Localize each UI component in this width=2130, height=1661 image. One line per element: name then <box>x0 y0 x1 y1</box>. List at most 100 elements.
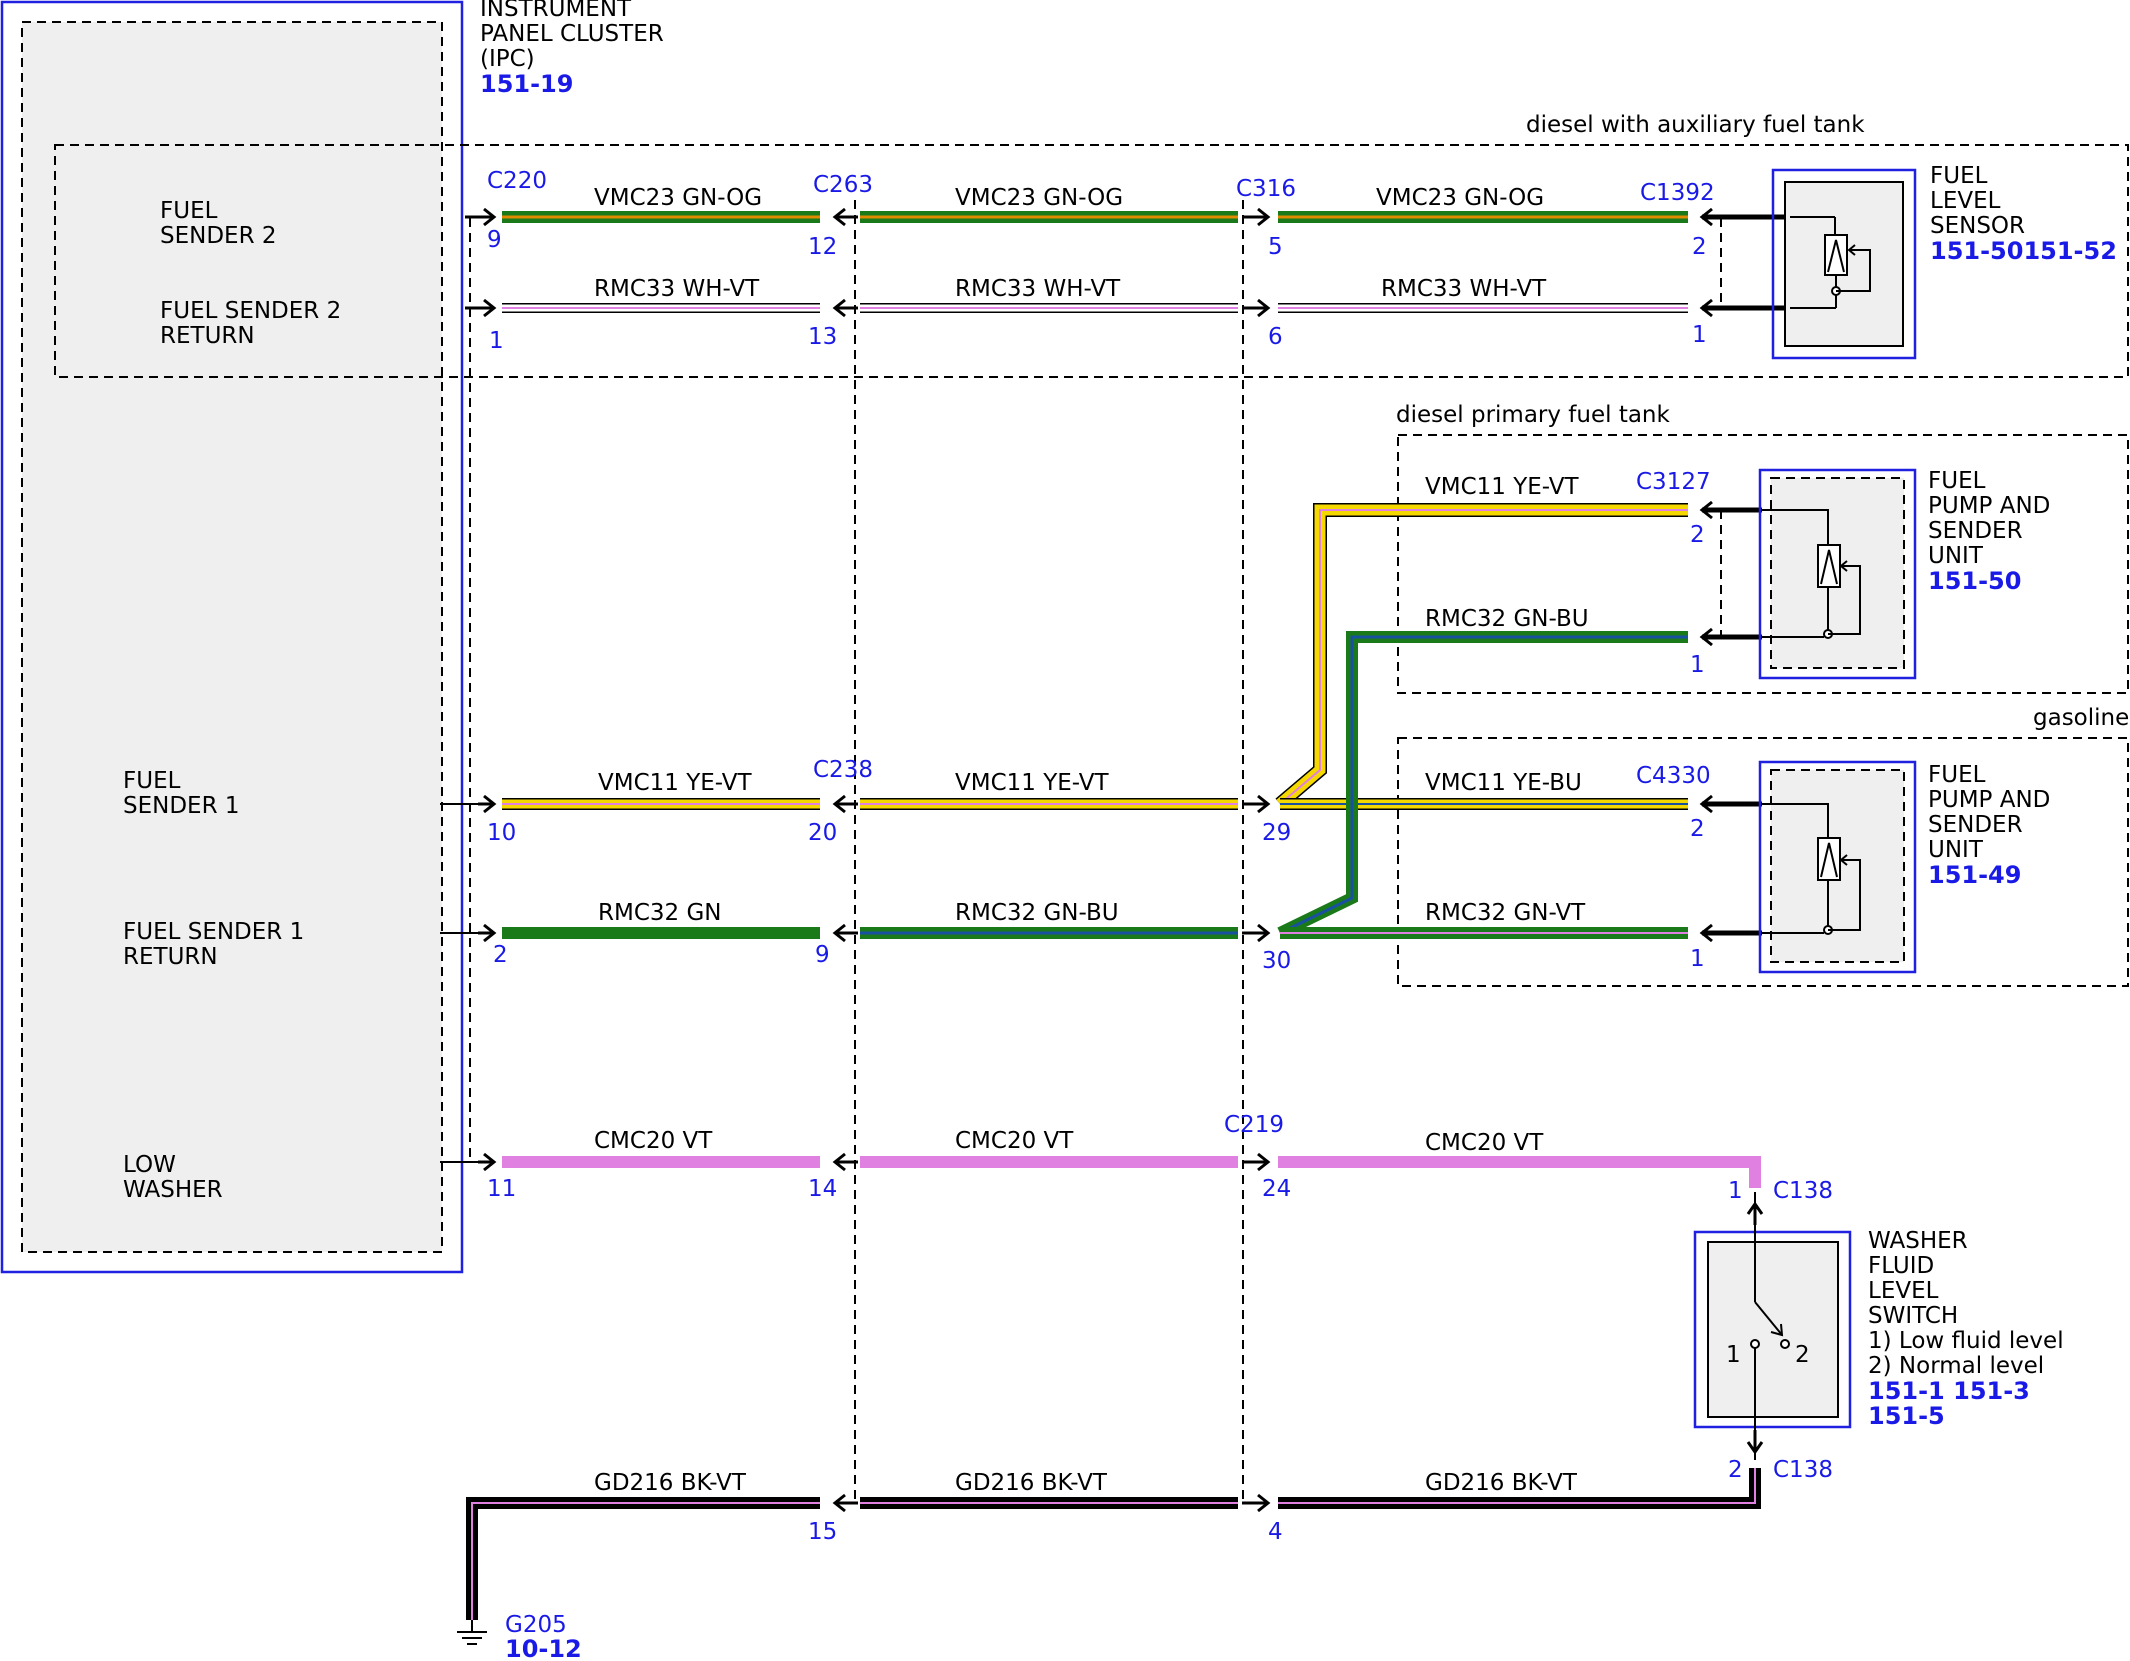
pin-label-fuel-sender2-return-l1: FUEL SENDER 2 <box>160 298 341 324</box>
pin-num: 11 <box>487 1176 516 1202</box>
primary-tank-label: diesel primary fuel tank <box>1396 402 1671 428</box>
pin-label-fuel-sender1-l2: SENDER 1 <box>123 793 240 819</box>
pin-label-fuel-sender2-l1: FUEL <box>160 198 218 224</box>
wire-label: VMC23 GN-OG <box>594 185 762 211</box>
pin-label-fuel-sender2-return-l2: RETURN <box>160 323 255 349</box>
pin-num: 2 <box>1728 1457 1743 1483</box>
wire-label: RMC32 GN-VT <box>1425 900 1586 926</box>
pin-num: 1 <box>489 328 504 354</box>
wire-label: RMC32 GN-BU <box>955 900 1119 926</box>
ipc-title-line3: (IPC) <box>480 46 535 72</box>
wire-cmc20-segment-3[interactable] <box>1278 1156 1761 1188</box>
fls-label-l3: SENSOR <box>1930 213 2025 239</box>
fp2-label-l4: UNIT <box>1928 837 1984 863</box>
ws-ref-2[interactable]: 151-5 <box>1868 1402 1945 1430</box>
pin-num: 12 <box>808 234 837 260</box>
ws-label-l1: WASHER <box>1868 1228 1968 1254</box>
wire-gd216-segment-1[interactable] <box>466 1497 820 1620</box>
ipc-title-line2: PANEL CLUSTER <box>480 21 664 47</box>
pin-label-fuel-sender1-l1: FUEL <box>123 768 181 794</box>
wire-label: CMC20 VT <box>1425 1130 1544 1156</box>
fp1-ref[interactable]: 151-50 <box>1928 567 2021 595</box>
fp1-label-l1: FUEL <box>1928 468 1986 494</box>
fuel-pump-sender-gasoline[interactable] <box>1758 760 1917 974</box>
connector-c138-bottom-label: C138 <box>1773 1457 1833 1483</box>
pin-label-low-washer-l1: LOW <box>123 1152 176 1178</box>
connector-c316-c219-terminals[interactable] <box>1242 207 1271 1513</box>
fls-ref[interactable]: 151-50151-52 <box>1930 237 2117 265</box>
fp1-label-l2: PUMP AND <box>1928 493 2050 519</box>
switch-pin-1: 1 <box>1726 1342 1741 1368</box>
fuel-level-sensor[interactable] <box>1771 168 1917 360</box>
fp2-label-l1: FUEL <box>1928 762 1986 788</box>
switch-pin-2: 2 <box>1795 1342 1810 1368</box>
fp2-ref[interactable]: 151-49 <box>1928 861 2021 889</box>
wire-vmc11-primary[interactable] <box>1275 503 1688 810</box>
connector-c138-top-label: C138 <box>1773 1178 1833 1204</box>
connector-c316-label: C316 <box>1236 176 1296 202</box>
connector-c220-label: C220 <box>487 168 547 194</box>
wire-label: GD216 BK-VT <box>594 1470 747 1496</box>
pin-num: 9 <box>487 227 502 253</box>
pin-label-fuel-sender1-return-l1: FUEL SENDER 1 <box>123 919 304 945</box>
pin-label-fuel-sender1-return-l2: RETURN <box>123 944 218 970</box>
pin-num: 1 <box>1690 652 1705 678</box>
wire-label: VMC11 YE-VT <box>955 770 1109 796</box>
pin-num: 20 <box>808 820 837 846</box>
ws-label-l3: LEVEL <box>1868 1278 1939 1304</box>
pin-num: 4 <box>1268 1519 1283 1545</box>
wire-label: RMC32 GN <box>598 900 722 926</box>
pin-num: 9 <box>815 942 830 968</box>
wire-label: RMC32 GN-BU <box>1425 606 1589 632</box>
connector-c219-label: C219 <box>1224 1112 1284 1138</box>
wire-label: VMC23 GN-OG <box>1376 185 1544 211</box>
washer-fluid-level-switch[interactable] <box>1693 1192 1852 1460</box>
ws-ref-1[interactable]: 151-1 151-3 <box>1868 1377 2030 1405</box>
connector-c4330-label: C4330 <box>1636 763 1711 789</box>
fls-label-l1: FUEL <box>1930 163 1988 189</box>
wire-label: RMC33 WH-VT <box>1381 276 1547 302</box>
fp1-label-l4: UNIT <box>1928 543 1984 569</box>
wire-label: CMC20 VT <box>955 1128 1074 1154</box>
pin-num: 24 <box>1262 1176 1291 1202</box>
ipc-ref[interactable]: 151-19 <box>480 70 573 98</box>
pin-num: 6 <box>1268 324 1283 350</box>
ws-note-2: 2) Normal level <box>1868 1353 2044 1379</box>
diagram-canvas: INSTRUMENT PANEL CLUSTER (IPC) 151-19 di… <box>0 0 2129 1661</box>
connector-c1392-label: C1392 <box>1640 180 1715 206</box>
fp1-label-l3: SENDER <box>1928 518 2023 544</box>
pin-num: 1 <box>1692 322 1707 348</box>
fuel-pump-sender-primary[interactable] <box>1758 468 1917 680</box>
wire-label: CMC20 VT <box>594 1128 713 1154</box>
pin-num: 15 <box>808 1519 837 1545</box>
ipc-module-body <box>21 21 443 1253</box>
connector-c263-label: C263 <box>813 172 873 198</box>
pin-num: 29 <box>1262 820 1291 846</box>
fls-label-l2: LEVEL <box>1930 188 2001 214</box>
pin-num: 2 <box>1690 816 1705 842</box>
pin-label-low-washer-l2: WASHER <box>123 1177 223 1203</box>
fp2-label-l3: SENDER <box>1928 812 2023 838</box>
pin-num: 14 <box>808 1176 837 1202</box>
ipc-title-line1: INSTRUMENT <box>480 0 632 22</box>
ws-label-l4: SWITCH <box>1868 1303 1958 1329</box>
pin-num: 10 <box>487 820 516 846</box>
aux-tank-label: diesel with auxiliary fuel tank <box>1526 112 1865 138</box>
wire-label: VMC11 YE-VT <box>1425 474 1579 500</box>
wire-label: VMC23 GN-OG <box>955 185 1123 211</box>
wire-label: VMC11 YE-VT <box>598 770 752 796</box>
ws-note-1: 1) Low fluid level <box>1868 1328 2064 1354</box>
wire-label: RMC33 WH-VT <box>955 276 1121 302</box>
ground-symbol <box>457 1620 487 1645</box>
pin-num: 13 <box>808 324 837 350</box>
pin-num: 2 <box>493 942 508 968</box>
connector-c3127-label: C3127 <box>1636 469 1711 495</box>
pin-num: 1 <box>1690 946 1705 972</box>
pin-num: 30 <box>1262 948 1291 974</box>
wire-label: RMC33 WH-VT <box>594 276 760 302</box>
pin-label-fuel-sender2-l2: SENDER 2 <box>160 223 277 249</box>
ground-ref[interactable]: 10-12 <box>505 1635 582 1661</box>
fp2-label-l2: PUMP AND <box>1928 787 2050 813</box>
wire-label: GD216 BK-VT <box>955 1470 1108 1496</box>
wire-label: GD216 BK-VT <box>1425 1470 1578 1496</box>
